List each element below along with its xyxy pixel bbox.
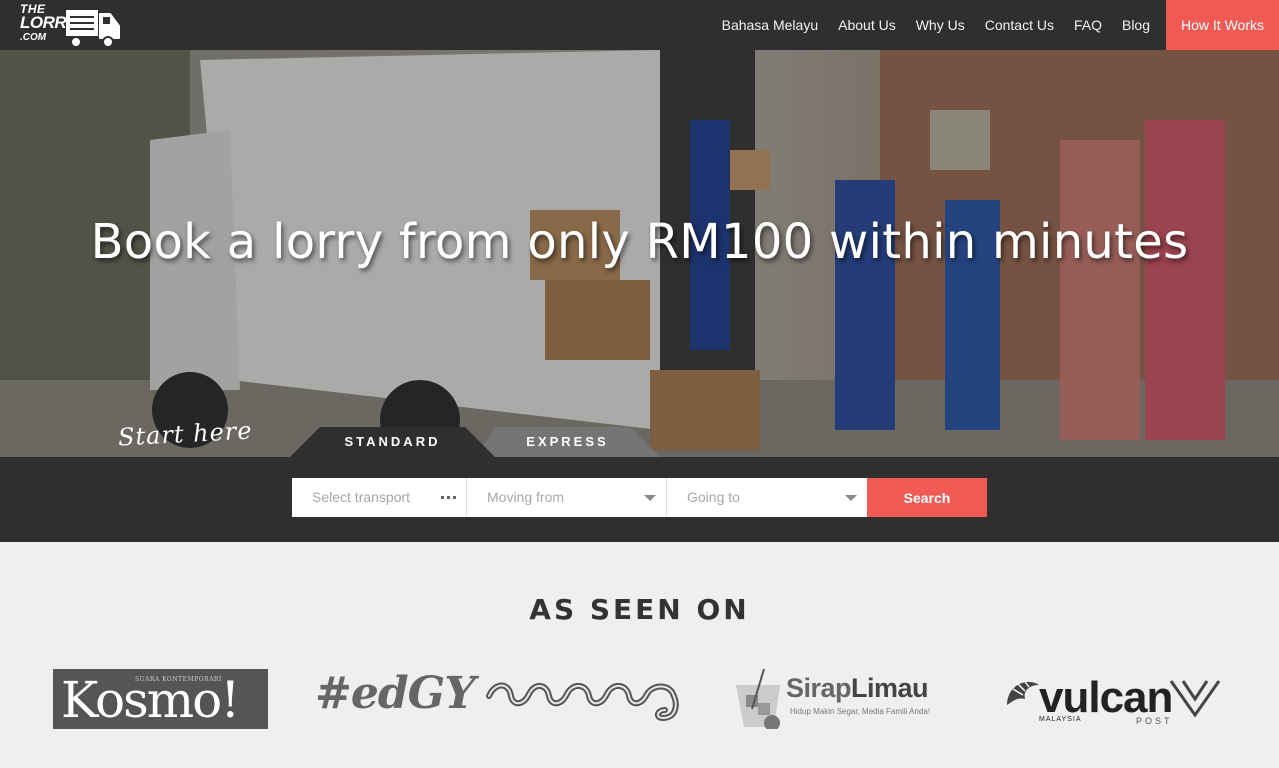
- transport-placeholder: Select transport: [312, 489, 411, 505]
- vulcan-v-icon: [1169, 680, 1221, 718]
- kosmo-name: Kosmo!: [61, 671, 240, 729]
- nav-link-blog[interactable]: Blog: [1122, 17, 1150, 33]
- press-logo-siraplimau[interactable]: SirapLimau Hidup Makin Segar, Media Fami…: [734, 669, 964, 729]
- going-to-placeholder: Going to: [687, 489, 740, 505]
- top-navbar: THE LORRY .COM Bahasa Melayu About Us Wh…: [0, 0, 1279, 50]
- siraplimau-name: SirapLimau: [786, 673, 929, 703]
- thelorry-logo[interactable]: THE LORRY .COM: [20, 2, 120, 48]
- nav-link-faq[interactable]: FAQ: [1074, 17, 1102, 33]
- vulcan-bird-icon: [1007, 678, 1039, 705]
- press-logo-vulcan-post[interactable]: vulcan MALAYSIA POST: [1003, 669, 1223, 729]
- vulcan-subtext: MALAYSIA: [1039, 716, 1082, 723]
- transport-select[interactable]: Select transport: [292, 478, 467, 517]
- search-button[interactable]: Search: [867, 478, 987, 517]
- tab-express[interactable]: EXPRESS: [475, 427, 660, 457]
- nav-link-why-us[interactable]: Why Us: [916, 17, 965, 33]
- awani-wordmark: [486, 682, 679, 722]
- going-to-select[interactable]: Going to: [667, 478, 867, 517]
- moving-from-select[interactable]: Moving from: [467, 478, 667, 517]
- siraplimau-tagline: Hidup Makin Segar, Media Famili Anda!: [790, 707, 931, 716]
- press-logo-edgy[interactable]: #edGY: [315, 668, 476, 728]
- hero-banner: Book a lorry from only RM100 within minu…: [0, 50, 1279, 457]
- nav-link-contact-us[interactable]: Contact Us: [985, 17, 1054, 33]
- press-logo-awani[interactable]: [483, 670, 691, 728]
- hero-title: Book a lorry from only RM100 within minu…: [90, 214, 1189, 270]
- tab-standard-label: STANDARD: [344, 434, 441, 449]
- press-logo-kosmo[interactable]: SUARA KONTEMPORARI Kosmo!: [53, 669, 268, 729]
- logo-line-3: .COM: [20, 32, 47, 43]
- how-it-works-button[interactable]: How It Works: [1166, 0, 1279, 50]
- dropdown-caret-icon: [845, 495, 857, 501]
- as-seen-on-heading: AS SEEN ON: [529, 593, 750, 626]
- nav-links: Bahasa Melayu About Us Why Us Contact Us…: [722, 0, 1279, 50]
- dropdown-caret-icon: [644, 495, 656, 501]
- tab-express-label: EXPRESS: [526, 434, 609, 449]
- glass-icon: [736, 669, 780, 729]
- lorry-icon: [66, 10, 120, 48]
- vulcan-post-text: POST: [1136, 716, 1173, 726]
- tab-standard[interactable]: STANDARD: [290, 427, 495, 457]
- moving-from-placeholder: Moving from: [487, 489, 565, 505]
- nav-link-about-us[interactable]: About Us: [838, 17, 896, 33]
- more-dots-icon: [441, 496, 456, 499]
- nav-link-bahasa-melayu[interactable]: Bahasa Melayu: [722, 17, 819, 33]
